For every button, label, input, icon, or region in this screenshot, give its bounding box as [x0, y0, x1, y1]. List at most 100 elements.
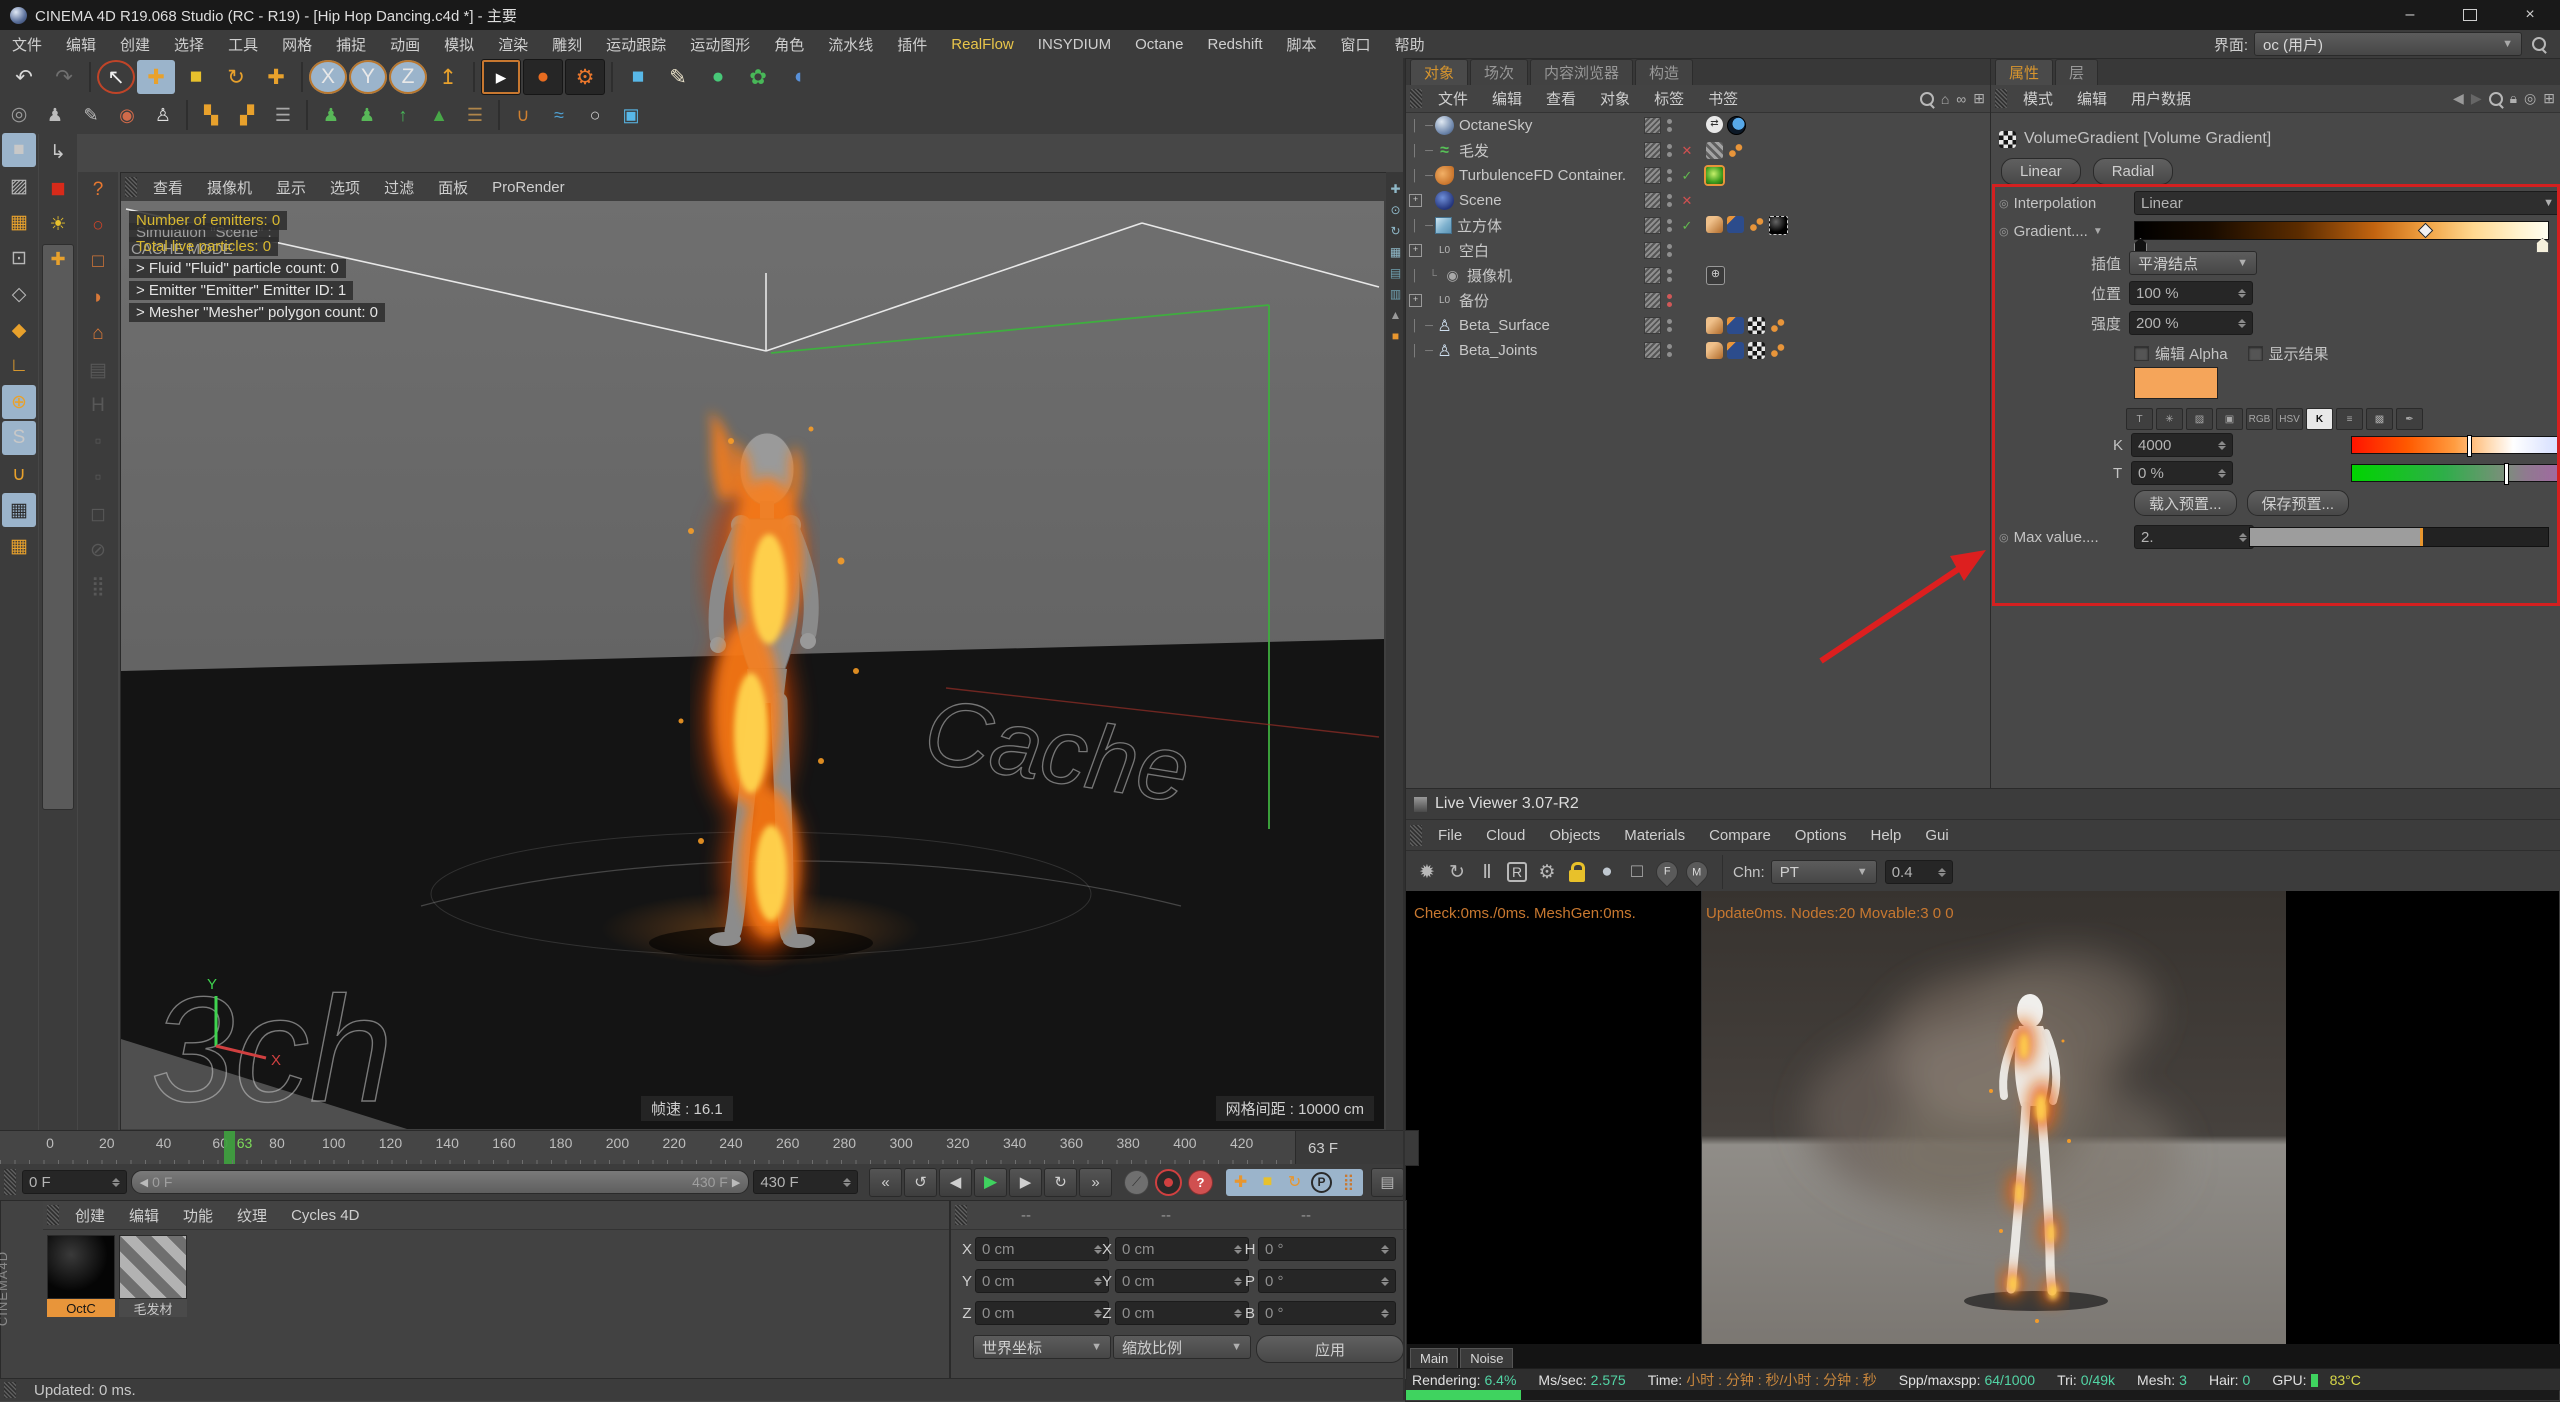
- joint-pencil-icon[interactable]: ✎: [74, 99, 108, 131]
- lasso-select-icon[interactable]: ◗: [81, 281, 115, 315]
- render-camera-icon[interactable]: ◼: [41, 171, 75, 205]
- spinner-icon[interactable]: [107, 1178, 120, 1187]
- tag-dots-icon[interactable]: [1769, 342, 1786, 359]
- material-menu-create[interactable]: 创建: [63, 1205, 117, 1226]
- circle-tool-icon[interactable]: ○: [578, 99, 612, 131]
- tree-item-beta-surface[interactable]: │─♙Beta_Surface: [1406, 313, 1991, 338]
- visibility-dots[interactable]: [1667, 144, 1672, 157]
- deformer-icon[interactable]: ◖: [779, 60, 817, 94]
- palette-add-icon[interactable]: ✚: [50, 249, 65, 809]
- tab-takes[interactable]: 场次: [1470, 59, 1528, 85]
- layer-visibility-toggle[interactable]: [1644, 192, 1661, 209]
- layer-visibility-toggle[interactable]: [1644, 267, 1661, 284]
- tag-stripe-icon[interactable]: [1706, 142, 1723, 159]
- home-icon[interactable]: ⌂: [1941, 91, 1949, 107]
- keyframe-selection-icon[interactable]: ▤: [1371, 1168, 1404, 1197]
- search-icon[interactable]: [2489, 92, 2503, 106]
- spinner-icon[interactable]: [2213, 469, 2226, 478]
- view-rotate-icon[interactable]: ↻: [1387, 222, 1404, 239]
- menu-item-insydium[interactable]: INSYDIUM: [1026, 36, 1123, 53]
- lv-menu-compare[interactable]: Compare: [1697, 827, 1783, 844]
- render-dot[interactable]: [1667, 302, 1672, 307]
- layer-visibility-toggle[interactable]: [1644, 317, 1661, 334]
- render-dot[interactable]: [1667, 327, 1672, 332]
- tag-dots-icon[interactable]: [1748, 216, 1765, 233]
- pose-green-1-icon[interactable]: ♟: [314, 99, 348, 131]
- viewport-menu-cameras[interactable]: 摄像机: [195, 177, 264, 198]
- tag-bluebox-icon[interactable]: [1727, 317, 1744, 334]
- render-dot[interactable]: [1667, 127, 1672, 132]
- emboss-sq2-icon[interactable]: ▫: [81, 461, 115, 495]
- record-disabled-button[interactable]: ⟋: [1124, 1170, 1149, 1195]
- gradient-distribute-button[interactable]: ✳: [2156, 408, 2183, 430]
- menu-item-snap[interactable]: 捕捉: [324, 34, 378, 55]
- channel-select[interactable]: PT▼: [1771, 860, 1877, 884]
- save-preset-button[interactable]: 保存预置...: [2247, 490, 2350, 516]
- tint-field[interactable]: 0 %: [2131, 461, 2233, 485]
- mograph-object-icon[interactable]: ✿: [739, 60, 777, 94]
- redo-icon[interactable]: ↷: [45, 60, 83, 94]
- editor-dot[interactable]: [1667, 194, 1672, 199]
- lock-x-icon[interactable]: X: [309, 60, 347, 94]
- render-dot[interactable]: [1667, 227, 1672, 232]
- enable-mark[interactable]: ✓: [1678, 218, 1696, 234]
- tree-item--[interactable]: │─立方体✓: [1406, 213, 1991, 238]
- tree-item--[interactable]: +L0空白: [1406, 238, 1991, 263]
- sculpt-mode-icon[interactable]: ◎: [2, 97, 36, 131]
- layer-visibility-toggle[interactable]: [1644, 117, 1661, 134]
- goto-end-button[interactable]: »: [1079, 1168, 1112, 1197]
- menu-item-realflow[interactable]: RealFlow: [939, 36, 1026, 53]
- layer-visibility-toggle[interactable]: [1644, 242, 1661, 259]
- panel-grip[interactable]: [1410, 89, 1422, 108]
- om-menu-bookmarks[interactable]: 书签: [1696, 88, 1750, 109]
- viewport-3d-view[interactable]: 3ch Cache: [121, 201, 1384, 1129]
- texture-mode-icon[interactable]: ▨: [2, 169, 36, 203]
- visibility-dots[interactable]: [1667, 219, 1672, 232]
- tab-structure[interactable]: 构造: [1635, 59, 1693, 85]
- current-frame-box[interactable]: 63 F: [1295, 1130, 1419, 1166]
- goto-start-button[interactable]: «: [869, 1168, 902, 1197]
- keyframe-help-button[interactable]: ?: [1188, 1170, 1213, 1195]
- tag-paint-icon[interactable]: [1706, 317, 1723, 334]
- layer-visibility-toggle[interactable]: [1644, 292, 1661, 309]
- tag-dots-icon[interactable]: [1727, 142, 1744, 159]
- live-selection-icon[interactable]: ↖: [97, 60, 135, 94]
- apply-button[interactable]: 应用: [1256, 1335, 1404, 1363]
- workplane-mode-icon[interactable]: ▦: [2, 205, 36, 239]
- tag-bluebox-icon[interactable]: [1727, 216, 1744, 233]
- viewport-menu-options[interactable]: 选项: [318, 177, 372, 198]
- tag-checker-icon[interactable]: [1748, 317, 1765, 334]
- tree-item-beta-joints[interactable]: │─♙Beta_Joints: [1406, 338, 1991, 363]
- eyedropper-button[interactable]: ✒: [2396, 408, 2423, 430]
- weight-paint-icon[interactable]: ◉: [110, 99, 144, 131]
- enable-mark[interactable]: ✕: [1678, 143, 1696, 159]
- menu-item-create[interactable]: 创建: [108, 34, 162, 55]
- panel-grip[interactable]: [125, 177, 137, 197]
- key-position-button[interactable]: ✚: [1227, 1170, 1254, 1195]
- spline-smooth-icon[interactable]: ≈: [542, 99, 576, 131]
- kelvin-gradient-bar[interactable]: [2351, 436, 2560, 454]
- editor-dot[interactable]: [1667, 119, 1672, 124]
- tree-item-scene[interactable]: +Scene✕: [1406, 188, 1991, 213]
- load-preset-button[interactable]: 载入预置...: [2134, 490, 2237, 516]
- menu-item-script[interactable]: 脚本: [1275, 34, 1329, 55]
- tree-item-octanesky[interactable]: │─OctaneSky⇄: [1406, 113, 1991, 138]
- radial-mode-button[interactable]: Radial: [2093, 158, 2174, 185]
- viewport-menu-prorender[interactable]: ProRender: [480, 179, 577, 196]
- rect-select-icon[interactable]: □: [81, 245, 115, 279]
- link-icon[interactable]: ∞: [1956, 91, 1966, 107]
- spline-primitive-icon[interactable]: ●: [699, 60, 737, 94]
- strength-field[interactable]: 200 %: [2129, 311, 2253, 335]
- expand-icon[interactable]: +: [1409, 294, 1422, 307]
- search-icon[interactable]: [2532, 37, 2546, 51]
- poly-select-icon[interactable]: ⌂: [81, 317, 115, 351]
- stack-brown-icon[interactable]: ☰: [458, 99, 492, 131]
- visibility-dots[interactable]: [1667, 294, 1672, 307]
- region-ratio-field[interactable]: 0.4: [1885, 860, 1953, 884]
- filter-solid-icon[interactable]: ▤: [1387, 264, 1404, 281]
- spinner-icon[interactable]: [2233, 319, 2246, 328]
- material-menu-edit[interactable]: 编辑: [117, 1205, 171, 1226]
- workspace-select[interactable]: oc (用户) ▼: [2254, 32, 2522, 56]
- spinner-icon[interactable]: [2213, 441, 2226, 450]
- expand-icon[interactable]: +: [1409, 194, 1422, 207]
